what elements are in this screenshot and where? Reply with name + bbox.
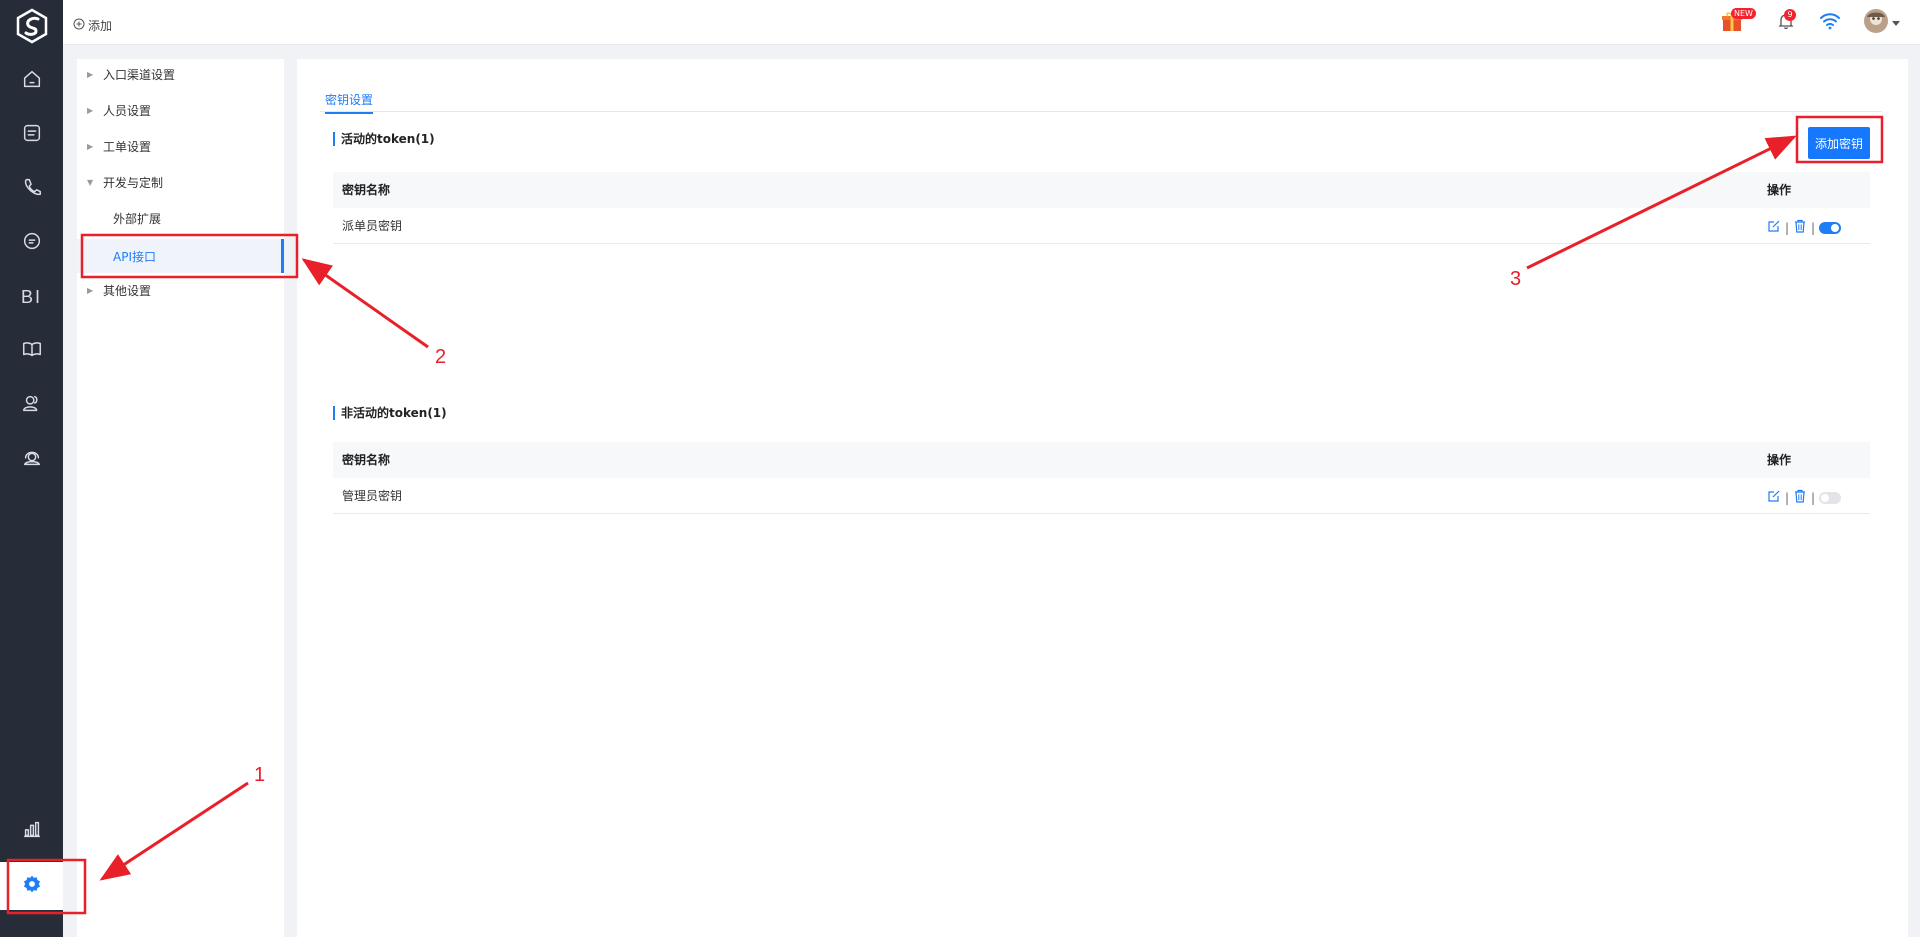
sidebar-item-entry-channel[interactable]: ▶ 入口渠道设置 [77, 61, 284, 87]
users-icon [21, 392, 43, 418]
table-row: 派单员密钥 | | [333, 208, 1870, 244]
sidebar-item-development[interactable]: ▼ 开发与定制 [77, 169, 284, 195]
rail-agent[interactable] [10, 439, 53, 479]
trash-icon[interactable] [1793, 219, 1807, 237]
sidebar-item-api[interactable]: API接口 [77, 239, 284, 273]
network-status[interactable] [1815, 10, 1845, 36]
sidebar-item-label: 其他设置 [103, 283, 152, 298]
plus-circle-icon [73, 18, 85, 33]
bi-icon: BI [20, 286, 42, 307]
key-name: 派单员密钥 [342, 219, 403, 233]
sidebar-item-label: 开发与定制 [103, 175, 164, 190]
sidebar-item-label: 工单设置 [103, 139, 152, 154]
main-panel: 密钥设置 活动的token(1) 添加密钥 密钥名称 操作 派单员密钥 | | … [297, 59, 1908, 937]
step-number-3: 3 [1510, 268, 1522, 290]
caret-right-icon: ▶ [87, 285, 94, 295]
column-header-actions: 操作 [1767, 183, 1792, 197]
row-actions: | | [1767, 489, 1842, 507]
avatar [1863, 8, 1889, 38]
row-actions: | | [1767, 219, 1842, 237]
gift-button[interactable]: NEW [1717, 8, 1756, 36]
notifications-button[interactable]: 9 [1773, 9, 1799, 36]
gift-new-badge: NEW [1731, 8, 1756, 19]
settings-sidebar: ▶ 入口渠道设置 ▶ 人员设置 ▶ 工单设置 ▼ 开发与定制 外部扩展 API接… [77, 59, 284, 937]
add-tab-button[interactable]: 添加 [73, 17, 112, 34]
active-token-title: 活动的token(1) [333, 132, 435, 146]
gear-icon [22, 874, 42, 898]
rail-knowledge[interactable] [10, 331, 53, 371]
home-icon [21, 68, 43, 94]
action-separator: | [1811, 491, 1816, 505]
caret-right-icon: ▶ [87, 69, 94, 79]
phone-icon [21, 176, 43, 202]
add-tab-label: 添加 [88, 19, 113, 33]
add-key-button[interactable]: 添加密钥 [1808, 127, 1870, 159]
column-header-key-name: 密钥名称 [342, 453, 391, 467]
action-separator: | [1785, 221, 1790, 235]
rail-settings[interactable] [0, 862, 63, 910]
action-separator: | [1785, 491, 1790, 505]
column-header-actions: 操作 [1767, 453, 1792, 467]
edit-icon[interactable] [1767, 219, 1781, 237]
enable-toggle[interactable] [1819, 222, 1842, 234]
rail-contacts[interactable] [10, 385, 53, 425]
sidebar-item-label: 人员设置 [103, 103, 152, 118]
rail-calls[interactable] [10, 169, 53, 209]
book-icon [21, 338, 43, 364]
rail-stats[interactable] [10, 811, 53, 851]
wifi-icon [1819, 12, 1841, 34]
chat-icon [21, 230, 43, 256]
enable-toggle[interactable] [1819, 492, 1842, 504]
inactive-token-title: 非活动的token(1) [333, 406, 447, 420]
key-name: 管理员密钥 [342, 489, 403, 503]
action-separator: | [1811, 221, 1816, 235]
toggle-knob [1821, 494, 1830, 502]
left-nav-rail: BI [0, 0, 63, 937]
caret-right-icon: ▶ [87, 141, 94, 151]
trash-icon[interactable] [1793, 489, 1807, 507]
table-header: 密钥名称 操作 [333, 442, 1870, 478]
sidebar-item-label: 外部扩展 [113, 211, 162, 226]
sidebar-item-label: API接口 [113, 249, 156, 264]
table-header: 密钥名称 操作 [333, 172, 1870, 208]
list-icon [21, 122, 43, 148]
tab-divider [320, 111, 1882, 112]
caret-down-icon: ▼ [87, 177, 94, 187]
caret-right-icon: ▶ [87, 105, 94, 115]
column-header-key-name: 密钥名称 [342, 183, 391, 197]
stats-icon [21, 818, 43, 844]
notification-count-badge: 9 [1784, 9, 1796, 21]
chevron-down-icon [1891, 16, 1900, 31]
table-row: 管理员密钥 | | [333, 478, 1870, 514]
headset-icon [21, 446, 43, 472]
sidebar-item-tickets[interactable]: ▶ 工单设置 [77, 133, 284, 159]
sidebar-item-label: 入口渠道设置 [103, 67, 176, 82]
step-number-2: 2 [435, 346, 447, 368]
rail-home[interactable] [10, 61, 53, 101]
user-menu[interactable] [1859, 8, 1903, 38]
app-logo[interactable] [14, 8, 50, 44]
sidebar-item-external-extension[interactable]: 外部扩展 [77, 205, 284, 231]
toggle-knob [1831, 224, 1840, 232]
sidebar-item-other[interactable]: ▶ 其他设置 [77, 277, 284, 303]
rail-chat[interactable] [10, 223, 53, 263]
step-number-1: 1 [254, 764, 266, 786]
sidebar-item-staff[interactable]: ▶ 人员设置 [77, 97, 284, 123]
rail-tickets[interactable] [10, 115, 53, 155]
top-bar: 添加 NEW 9 [63, 0, 1920, 45]
edit-icon[interactable] [1767, 489, 1781, 507]
rail-bi[interactable]: BI [10, 277, 53, 317]
